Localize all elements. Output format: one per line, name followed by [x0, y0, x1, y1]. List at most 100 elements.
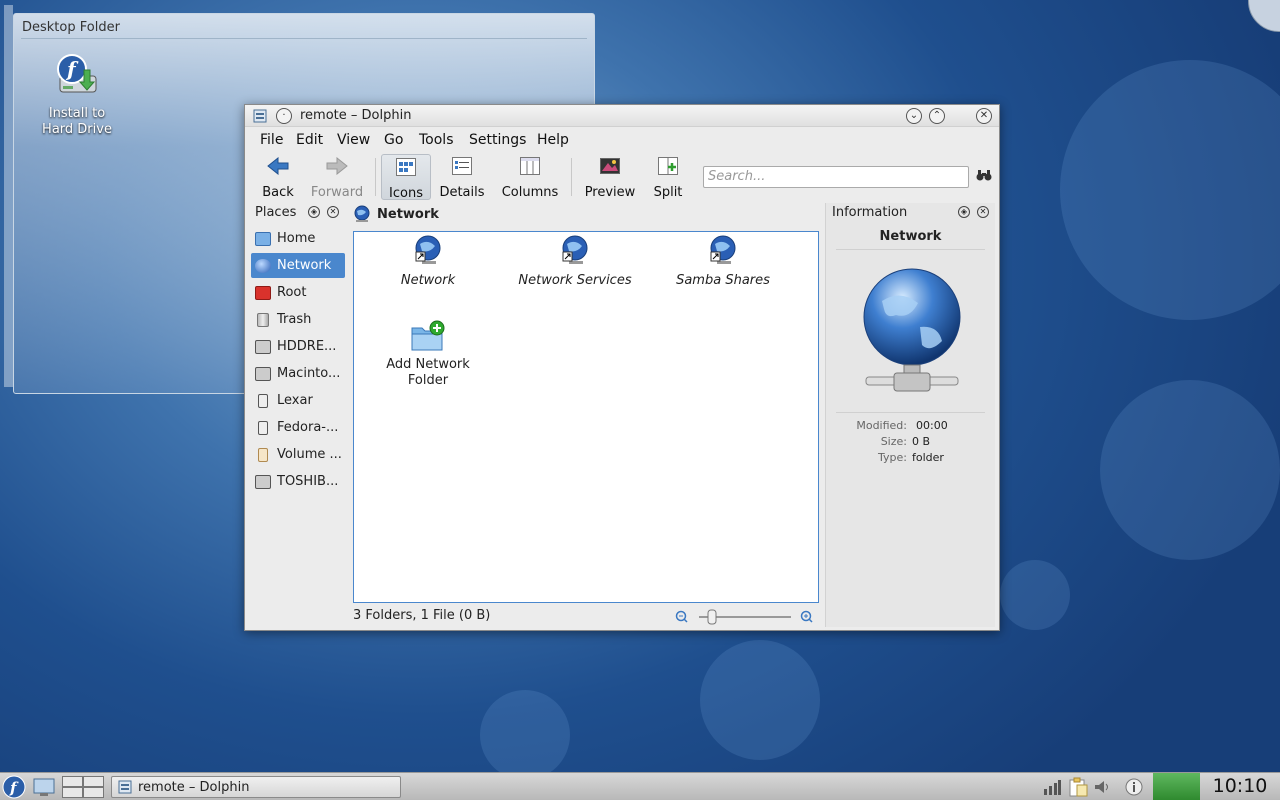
info-divider	[836, 249, 985, 250]
item-label: Samba Shares	[676, 273, 770, 288]
hard-drive-icon	[255, 366, 271, 381]
location-label: Network	[377, 206, 439, 222]
folder-item-network-services[interactable]: Network Services	[510, 234, 640, 289]
info-divider	[836, 412, 985, 413]
status-bar-text: 3 Folders, 1 File (0 B)	[353, 608, 491, 623]
file-view[interactable]: Network Network Services Samba Shares Ad…	[353, 231, 819, 603]
desktop-folder-divider	[21, 38, 587, 39]
zoom-slider-handle[interactable]	[707, 609, 717, 625]
zoom-in-icon[interactable]	[800, 610, 813, 623]
removable-drive-icon	[258, 420, 268, 435]
desktop-folder-title: Desktop Folder	[22, 20, 120, 35]
location-breadcrumb[interactable]: Network	[353, 205, 439, 223]
sidebar-item-trash[interactable]: Trash	[251, 307, 345, 332]
split-view-icon	[658, 157, 678, 175]
network-globe-icon	[354, 205, 370, 222]
place-label: Network	[277, 258, 332, 273]
menu-settings[interactable]: Settings	[469, 132, 526, 148]
zoom-out-icon[interactable]	[675, 610, 688, 623]
desktop-toolbox-corner[interactable]	[1248, 0, 1280, 32]
window-titlebar[interactable]: · remote – Dolphin ⌄ ⌃ ✕	[245, 105, 999, 127]
modified-label: Modified:	[856, 419, 907, 432]
place-label: Fedora-...	[277, 420, 339, 435]
split-label: Split	[653, 185, 683, 200]
sidebar-item-fedora[interactable]: Fedora-...	[251, 415, 345, 440]
install-to-hard-drive-launcher[interactable]: f Install to Hard Drive	[39, 52, 115, 138]
install-label-line2: Hard Drive	[42, 122, 112, 137]
pager-icon[interactable]	[62, 776, 104, 798]
minimize-button[interactable]: ⌄	[906, 108, 922, 124]
places-float-button[interactable]: ◈	[308, 206, 320, 218]
taskbar-task-dolphin[interactable]: remote – Dolphin	[111, 776, 401, 798]
zoom-slider[interactable]	[675, 608, 815, 626]
sidebar-item-volume[interactable]: Volume ...	[251, 442, 345, 467]
sidebar-item-macinto[interactable]: Macinto...	[251, 361, 345, 386]
split-button[interactable]: Split	[647, 154, 689, 200]
columns-view-icon	[520, 157, 540, 175]
sidebar-item-network[interactable]: Network	[251, 253, 345, 278]
sticky-button[interactable]: ·	[276, 108, 292, 124]
icons-view-icon	[396, 158, 416, 176]
toolbar-separator	[571, 158, 572, 196]
info-float-button[interactable]: ◈	[958, 206, 970, 218]
clipboard-icon[interactable]	[1068, 777, 1088, 797]
info-close-button[interactable]: ✕	[977, 206, 989, 218]
window-menu-icon[interactable]	[253, 109, 267, 123]
fedora-install-icon: f	[57, 54, 97, 93]
close-window-button[interactable]: ✕	[976, 108, 992, 124]
columns-label: Columns	[501, 185, 559, 200]
back-button[interactable]: Back	[255, 154, 301, 200]
menu-edit[interactable]: Edit	[296, 132, 323, 148]
activity-indicator[interactable]	[1153, 773, 1200, 800]
volume-icon[interactable]	[1094, 779, 1112, 795]
menu-file[interactable]: File	[260, 132, 283, 148]
sidebar-item-home[interactable]: Home	[251, 226, 345, 251]
clock[interactable]: 10:10	[1200, 775, 1280, 799]
toolbar-separator	[375, 158, 376, 196]
type-label: Type:	[878, 451, 907, 464]
file-item-add-network-folder[interactable]: Add Network Folder	[378, 320, 478, 389]
place-label: Volume ...	[277, 447, 342, 462]
home-folder-icon	[255, 231, 271, 246]
install-label-line1: Install to	[48, 106, 106, 121]
details-view-button[interactable]: Details	[435, 154, 489, 200]
place-label: HDDRE...	[277, 339, 337, 354]
sidebar-item-toshib[interactable]: TOSHIB...	[251, 469, 345, 494]
show-desktop-icon[interactable]	[33, 777, 55, 797]
icons-view-button[interactable]: Icons	[381, 154, 431, 201]
binoculars-icon[interactable]	[976, 168, 992, 182]
place-label: Home	[277, 231, 316, 246]
size-value: 0 B	[912, 435, 931, 448]
menu-go[interactable]: Go	[384, 132, 403, 148]
item-label-line1: Add Network	[386, 357, 470, 372]
information-title: Information	[832, 205, 908, 220]
fedora-menu-icon[interactable]: f	[2, 775, 26, 799]
desktop-folder-edge	[4, 5, 13, 387]
network-large-icon	[863, 268, 961, 392]
places-panel: Places ◈ ✕ Home Network Root Trash HDDRE…	[249, 203, 347, 627]
preview-button[interactable]: Preview	[579, 154, 641, 200]
network-status-icon[interactable]	[1043, 779, 1061, 795]
menu-view[interactable]: View	[337, 132, 370, 148]
places-close-button[interactable]: ✕	[327, 206, 339, 218]
sidebar-item-hddre[interactable]: HDDRE...	[251, 334, 345, 359]
place-label: Trash	[277, 312, 312, 327]
size-label: Size:	[880, 435, 907, 448]
sidebar-item-root[interactable]: Root	[251, 280, 345, 305]
notification-info-icon[interactable]	[1125, 778, 1143, 796]
search-input[interactable]: Search...	[703, 166, 969, 188]
maximize-button[interactable]: ⌃	[929, 108, 945, 124]
details-view-icon	[452, 157, 472, 175]
trash-icon	[257, 312, 269, 327]
menu-help[interactable]: Help	[537, 132, 569, 148]
columns-view-button[interactable]: Columns	[497, 154, 563, 200]
places-title: Places	[255, 205, 297, 220]
item-label: Network	[400, 273, 456, 288]
forward-label: Forward	[310, 185, 364, 200]
menu-tools[interactable]: Tools	[419, 132, 454, 148]
forward-button[interactable]: Forward	[307, 154, 367, 200]
folder-item-network[interactable]: Network	[378, 234, 478, 289]
sidebar-item-lexar[interactable]: Lexar	[251, 388, 345, 413]
folder-item-samba-shares[interactable]: Samba Shares	[664, 234, 782, 289]
item-label: Network Services	[518, 273, 632, 288]
